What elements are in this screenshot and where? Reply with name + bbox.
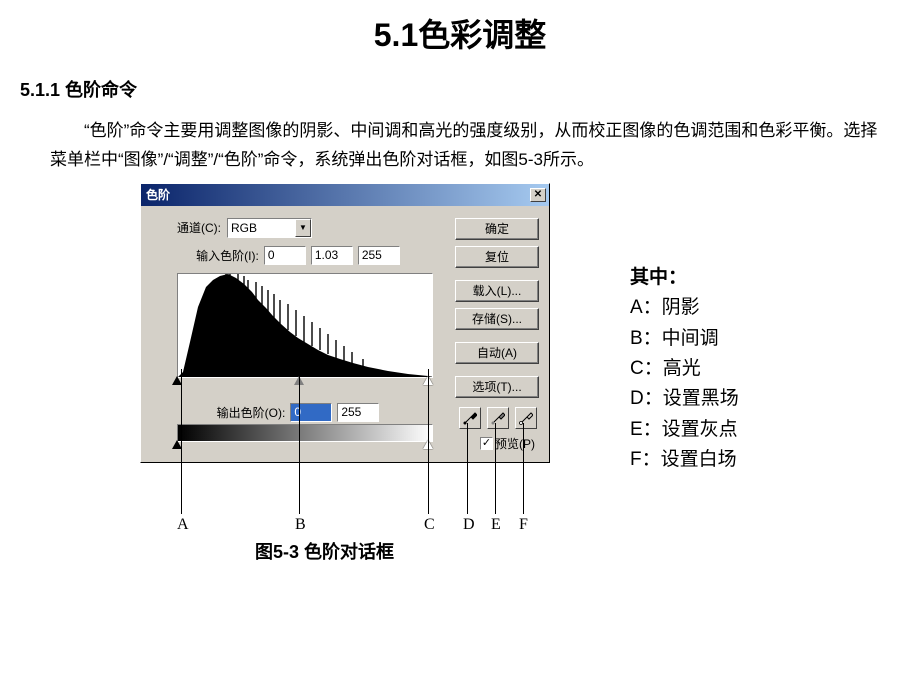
marker-line-d [467,423,468,514]
levels-dialog: 色阶 ✕ 通道(C): RGB ▼ 输入色阶(I): 0 1.03 255 [140,183,550,463]
legend-item-d: D：设置黑场 [630,384,739,414]
marker-line-f [523,423,524,514]
marker-label-c: C [424,516,435,534]
dialog-titlebar: 色阶 ✕ [141,184,549,206]
marker-line-c [428,369,429,514]
figure-caption: 图5-3 色阶对话框 [255,538,394,564]
output-slider[interactable] [177,442,433,452]
legend-item-f: F：设置白场 [630,445,739,475]
gray-point-dropper[interactable] [487,407,509,429]
output-shadow-field[interactable]: 0 [290,403,332,422]
input-slider[interactable] [177,378,433,388]
marker-label-a: A [177,516,189,534]
legend-item-a: A：阴影 [630,293,739,323]
ok-button[interactable]: 确定 [455,218,539,240]
auto-button[interactable]: 自动(A) [455,342,539,364]
input-highlight-field[interactable]: 255 [358,246,400,265]
figure-area: 色阶 ✕ 通道(C): RGB ▼ 输入色阶(I): 0 1.03 255 [140,183,920,563]
reset-button[interactable]: 复位 [455,246,539,268]
preview-label: 预览(P) [495,435,535,452]
channel-value: RGB [231,221,257,235]
marker-line-a [181,369,182,514]
save-button[interactable]: 存储(S)... [455,308,539,330]
histogram [177,273,433,378]
close-button[interactable]: ✕ [530,188,546,202]
close-icon: ✕ [534,190,542,200]
main-heading: 5.1色彩调整 [0,0,920,76]
white-point-dropper[interactable] [515,407,537,429]
legend-item-b: B：中间调 [630,324,739,354]
black-point-dropper[interactable] [459,407,481,429]
load-button[interactable]: 载入(L)... [455,280,539,302]
marker-line-b [299,369,300,514]
output-gradient [177,424,433,442]
output-highlight-field[interactable]: 255 [337,403,379,422]
dialog-title: 色阶 [146,186,170,203]
marker-line-e [495,423,496,514]
legend-item-c: C：高光 [630,354,739,384]
section-heading: 5.1.1 色阶命令 [0,76,920,117]
marker-label-d: D [463,516,475,534]
options-button[interactable]: 选项(T)... [455,376,539,398]
output-levels-label: 输出色阶(O): [217,404,286,421]
marker-label-b: B [295,516,306,534]
marker-label-e: E [491,516,501,534]
input-shadow-field[interactable]: 0 [264,246,306,265]
marker-label-f: F [519,516,528,534]
input-levels-label: 输入色阶(I): [196,247,259,264]
channel-label: 通道(C): [161,219,221,236]
legend-title: 其中： [630,263,739,293]
channel-dropdown[interactable]: RGB ▼ [227,218,312,238]
input-gamma-field[interactable]: 1.03 [311,246,353,265]
dropdown-arrow-icon: ▼ [295,219,311,237]
body-paragraph: “色阶”命令主要用调整图像的阴影、中间调和高光的强度级别，从而校正图像的色调范围… [0,117,920,175]
preview-checkbox[interactable]: ✓ [480,437,493,450]
legend: 其中： A：阴影 B：中间调 C：高光 D：设置黑场 E：设置灰点 F：设置白场 [630,263,739,476]
legend-item-e: E：设置灰点 [630,415,739,445]
